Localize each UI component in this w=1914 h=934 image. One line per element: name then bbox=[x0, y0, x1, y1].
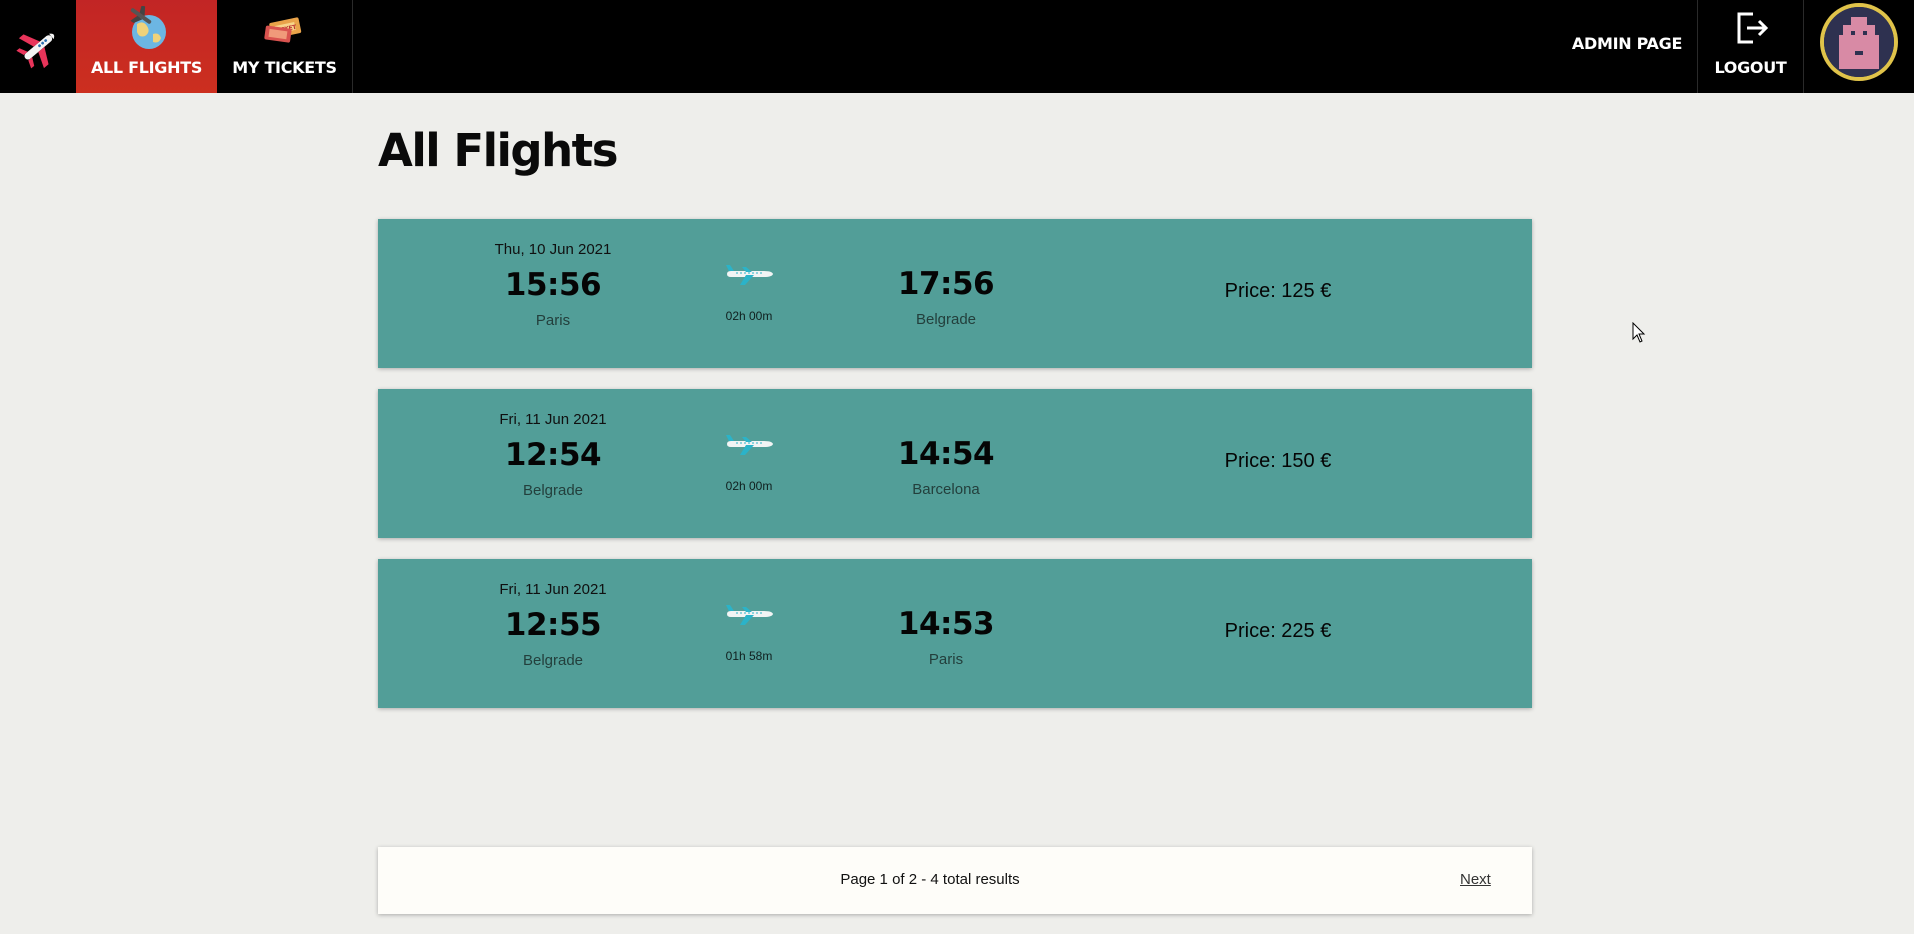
nav-all-flights[interactable]: ALL FLIGHTS bbox=[76, 0, 217, 93]
departure-city: Belgrade bbox=[522, 482, 584, 499]
airplane-icon bbox=[726, 605, 773, 625]
nav-all-flights-label: ALL FLIGHTS bbox=[90, 58, 203, 77]
flight-date: Fri, 11 Jun 2021 bbox=[499, 411, 607, 428]
flight-card[interactable]: Fri, 11 Jun 2021 12:55 Belgrade 01h 58m … bbox=[378, 559, 1532, 708]
tickets-icon: TICKET bbox=[262, 6, 308, 52]
airplane-icon bbox=[726, 265, 773, 285]
airplane-icon bbox=[726, 435, 773, 455]
page-title: All Flights bbox=[378, 124, 618, 177]
airplane-logo-icon[interactable] bbox=[0, 0, 76, 93]
departure-time: 12:54 bbox=[504, 437, 602, 473]
arrival-time: 14:53 bbox=[897, 606, 995, 642]
globe-plane-icon bbox=[123, 4, 171, 54]
pagination-bar: Page 1 of 2 - 4 total results Next bbox=[378, 847, 1532, 914]
flight-price: Price: 150 € bbox=[1224, 450, 1332, 472]
pixel-avatar-icon bbox=[1824, 7, 1894, 77]
flight-list: Thu, 10 Jun 2021 15:56 Paris 02h 00m 17:… bbox=[378, 219, 1532, 729]
flight-price: Price: 225 € bbox=[1224, 620, 1332, 642]
pagination-info: Page 1 of 2 - 4 total results bbox=[840, 871, 1020, 888]
admin-page-link[interactable]: ADMIN PAGE bbox=[1560, 0, 1694, 86]
nav-my-tickets-label: MY TICKETS bbox=[232, 58, 337, 77]
flight-duration: 02h 00m bbox=[725, 309, 773, 323]
next-page-link[interactable]: Next bbox=[1460, 871, 1491, 888]
logout-button[interactable]: LOGOUT bbox=[1698, 0, 1803, 93]
departure-city: Paris bbox=[535, 312, 571, 329]
flight-date: Fri, 11 Jun 2021 bbox=[499, 581, 607, 598]
flight-card[interactable]: Thu, 10 Jun 2021 15:56 Paris 02h 00m 17:… bbox=[378, 219, 1532, 368]
top-navbar: ALL FLIGHTS TICKET MY TICKETS ADMIN PAGE bbox=[0, 0, 1914, 93]
arrival-city: Barcelona bbox=[912, 481, 980, 498]
flight-date: Thu, 10 Jun 2021 bbox=[494, 241, 612, 258]
arrival-time: 14:54 bbox=[897, 436, 995, 472]
departure-time: 15:56 bbox=[504, 267, 602, 303]
flight-duration: 01h 58m bbox=[725, 649, 773, 663]
arrival-time: 17:56 bbox=[897, 266, 995, 302]
flight-duration: 02h 00m bbox=[725, 479, 773, 493]
flight-price: Price: 125 € bbox=[1224, 280, 1332, 302]
flight-card[interactable]: Fri, 11 Jun 2021 12:54 Belgrade 02h 00m … bbox=[378, 389, 1532, 538]
logout-label: LOGOUT bbox=[1714, 58, 1787, 77]
departure-time: 12:55 bbox=[504, 607, 602, 643]
nav-divider bbox=[1803, 0, 1804, 93]
nav-divider bbox=[352, 0, 353, 93]
mouse-cursor-icon bbox=[1632, 322, 1646, 343]
logout-icon bbox=[1731, 8, 1771, 52]
nav-my-tickets[interactable]: TICKET MY TICKETS bbox=[217, 0, 352, 93]
departure-city: Belgrade bbox=[522, 652, 584, 669]
user-avatar[interactable] bbox=[1820, 3, 1898, 81]
arrival-city: Belgrade bbox=[915, 311, 977, 328]
arrival-city: Paris bbox=[928, 651, 964, 668]
